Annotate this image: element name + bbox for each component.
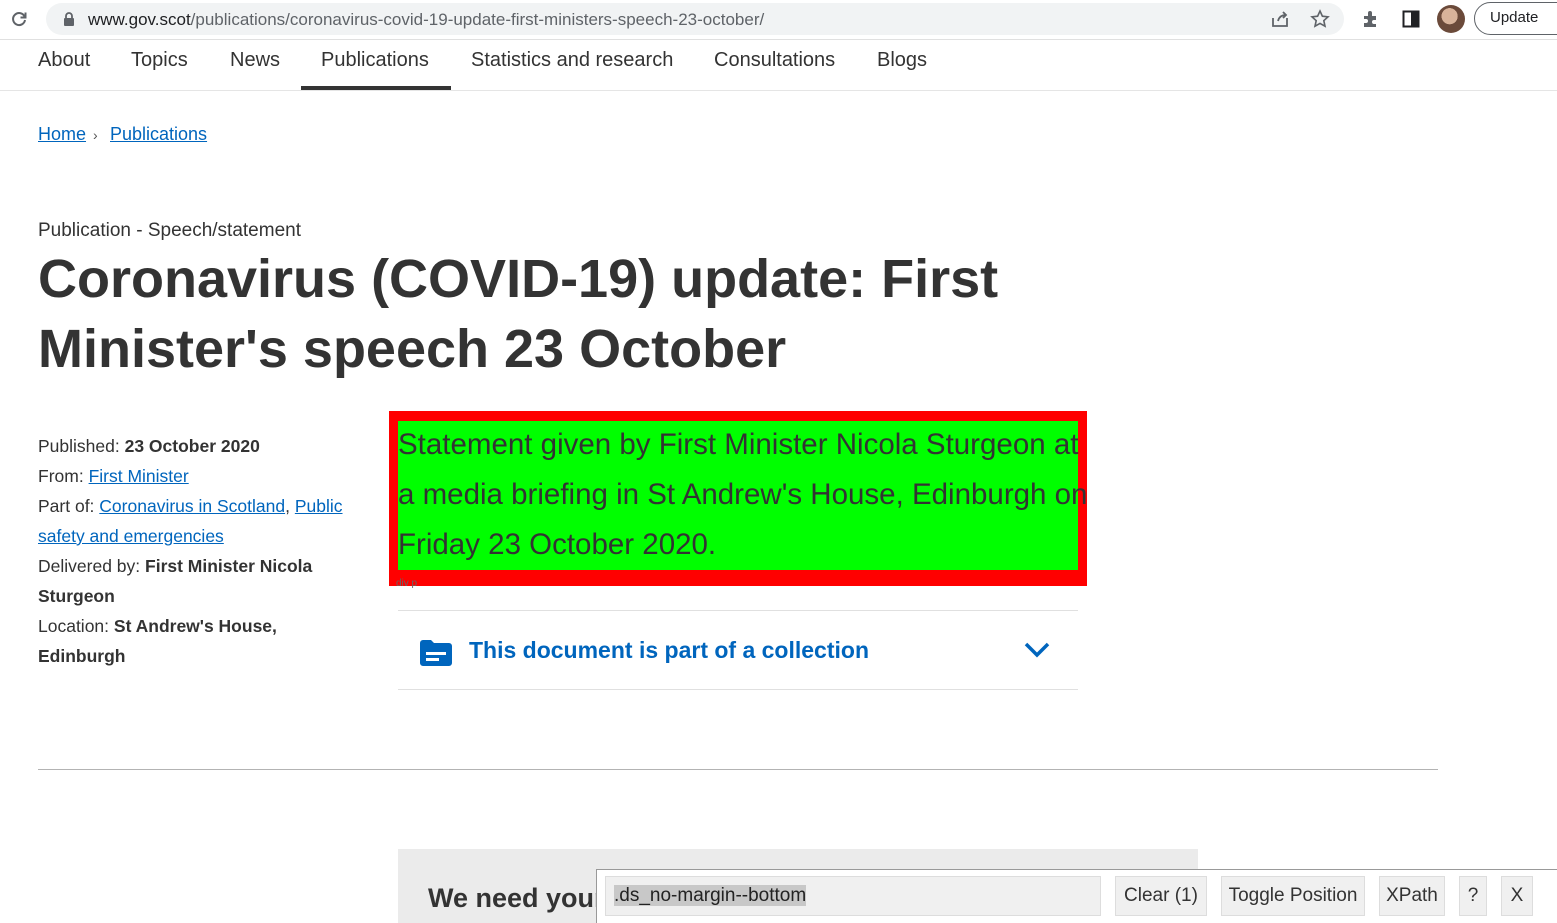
nav-statistics[interactable]: Statistics and research (471, 41, 673, 90)
reload-icon[interactable] (8, 8, 30, 30)
extensions-icon[interactable] (1360, 8, 1382, 30)
selector-gadget-bar: .ds_no-margin--bottom Clear (1) Toggle P… (596, 869, 1557, 923)
selector-value: .ds_no-margin--bottom (614, 885, 807, 906)
page-title: Coronavirus (COVID-19) update: First Min… (38, 249, 999, 379)
breadcrumb-home[interactable]: Home (38, 124, 86, 145)
feedback-heading: We need your (428, 883, 605, 913)
meta-published: Published: 23 October 2020 (38, 436, 260, 456)
close-button[interactable]: X (1501, 876, 1533, 916)
url-path: /publications/coronavirus-covid-19-updat… (190, 10, 765, 29)
update-button[interactable]: Update (1474, 2, 1557, 35)
breadcrumb-publications[interactable]: Publications (110, 124, 207, 145)
side-panel-icon[interactable] (1400, 8, 1422, 30)
nav-about[interactable]: About (38, 41, 90, 90)
meta-location: Location: St Andrew's House, Edinburgh (38, 616, 277, 666)
nav-topics[interactable]: Topics (131, 41, 188, 90)
bookmark-star-icon[interactable] (1310, 9, 1330, 29)
lock-icon[interactable] (62, 12, 76, 26)
meta-delivered-by: Delivered by: First Minister Nicola Stur… (38, 556, 313, 606)
element-path-label: div p (396, 578, 418, 589)
toggle-position-button[interactable]: Toggle Position (1221, 876, 1365, 916)
nav-consultations[interactable]: Consultations (714, 41, 835, 90)
collection-expander[interactable]: This document is part of a collection (398, 610, 1078, 690)
meta-part-of: Part of: Coronavirus in Scotland, Public… (38, 496, 343, 546)
chevron-down-icon[interactable] (1024, 641, 1050, 659)
coronavirus-in-scotland-link[interactable]: Coronavirus in Scotland (99, 496, 285, 516)
address-bar[interactable]: www.gov.scot/publications/coronavirus-co… (46, 3, 1344, 35)
summary-paragraph[interactable]: Statement given by First Minister Nicola… (398, 420, 1088, 570)
section-divider (38, 769, 1438, 770)
css-selector-input[interactable]: .ds_no-margin--bottom (605, 876, 1101, 916)
nav-news[interactable]: News (230, 41, 280, 90)
first-minister-link[interactable]: First Minister (89, 466, 189, 486)
xpath-button[interactable]: XPath (1379, 876, 1445, 916)
url-domain: www.gov.scot (88, 10, 191, 29)
folder-icon (420, 640, 452, 666)
nav-blogs[interactable]: Blogs (877, 41, 927, 90)
help-button[interactable]: ? (1459, 876, 1487, 916)
nav-publications[interactable]: Publications (301, 41, 451, 90)
site-navigation: About Topics News Publications Statistic… (0, 41, 1557, 91)
share-icon[interactable] (1270, 9, 1290, 29)
clear-button[interactable]: Clear (1) (1115, 876, 1207, 916)
profile-avatar[interactable] (1437, 5, 1465, 33)
publication-metadata: Published: 23 October 2020 From: First M… (38, 431, 358, 671)
url-text[interactable]: www.gov.scot/publications/coronavirus-co… (88, 10, 764, 30)
browser-toolbar: www.gov.scot/publications/coronavirus-co… (0, 0, 1557, 40)
meta-from: From: First Minister (38, 466, 189, 486)
breadcrumb-separator-icon: › (93, 127, 98, 143)
collection-label[interactable]: This document is part of a collection (469, 637, 869, 664)
publication-type: Publication - Speech/statement (38, 220, 301, 241)
